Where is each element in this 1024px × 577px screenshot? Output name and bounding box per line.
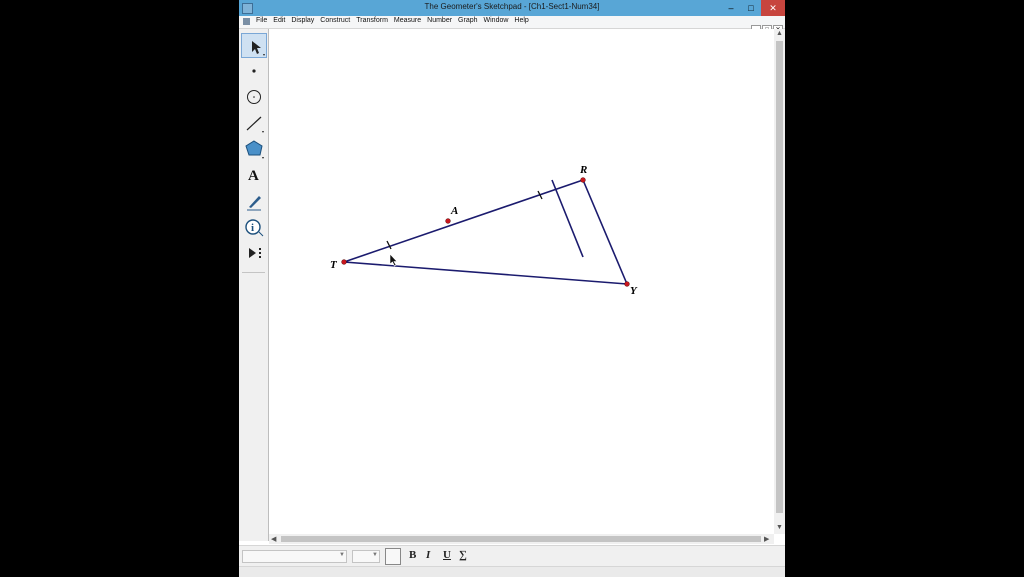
point-a[interactable] [445,218,451,224]
label-a[interactable]: A [450,205,458,217]
menu-number[interactable]: Number [427,17,452,24]
app-window: The Geometer's Sketchpad - [Ch1-Sect1-Nu… [239,0,785,577]
text-format-bar: ▼ ▼ B I U ∑ [239,545,785,566]
point-tool-icon[interactable] [241,59,266,83]
bold-button[interactable]: B [409,549,416,561]
scroll-down-icon[interactable]: ▼ [776,524,783,531]
menu-window[interactable]: Window [484,17,509,24]
toolbox: A i [239,29,269,541]
menu-edit[interactable]: Edit [273,17,285,24]
sketch-drawing: T A R Y [330,164,638,297]
title-bar: The Geometer's Sketchpad - [Ch1-Sect1-Nu… [239,0,785,16]
compass-tool-icon[interactable] [241,85,266,109]
close-button[interactable]: ✕ [761,0,785,16]
information-tool-icon[interactable]: i [241,215,266,239]
maximize-button[interactable]: □ [741,0,761,16]
document-icon[interactable] [243,18,250,25]
menu-display[interactable]: Display [291,17,314,24]
chevron-down-icon: ▼ [372,552,378,558]
custom-tool-icon[interactable] [241,241,266,265]
point-y[interactable] [624,281,630,287]
arrow-tool-icon[interactable] [241,33,267,58]
vertical-scrollbar[interactable]: ▲ ▼ [774,29,785,534]
scroll-up-icon[interactable]: ▲ [776,30,783,37]
scroll-left-icon[interactable]: ◀ [271,535,276,543]
vertical-scroll-thumb[interactable] [776,41,783,513]
label-t[interactable]: T [330,259,338,271]
font-select[interactable]: ▼ [242,550,347,563]
menu-transform[interactable]: Transform [356,17,388,24]
point-r[interactable] [580,177,586,183]
menu-file[interactable]: File [256,17,267,24]
minimize-button[interactable]: – [721,0,741,16]
mouse-cursor-icon [389,253,398,267]
horizontal-scroll-thumb[interactable] [281,536,761,542]
point-t[interactable] [341,259,347,265]
scroll-right-icon[interactable]: ▶ [764,535,769,543]
text-color-button[interactable] [385,548,401,565]
text-tool-icon[interactable]: A [241,163,266,187]
horizontal-scrollbar[interactable]: ◀ ▶ [269,534,774,544]
status-bar [239,566,785,577]
underline-button[interactable]: U [443,549,451,561]
menu-graph[interactable]: Graph [458,17,477,24]
sketch-canvas[interactable]: T A R Y [269,29,774,534]
toolbox-divider [242,272,265,273]
information-tool-label: i [251,222,254,234]
segment-r-y[interactable] [582,179,628,285]
straightedge-tool-icon[interactable] [241,111,266,135]
segment-t-y[interactable] [343,261,628,285]
polygon-tool-icon[interactable] [241,137,266,161]
menu-measure[interactable]: Measure [394,17,421,24]
label-r[interactable]: R [579,164,587,176]
window-title: The Geometer's Sketchpad - [Ch1-Sect1-Nu… [424,2,600,11]
font-size-select[interactable]: ▼ [352,550,380,563]
chevron-down-icon: ▼ [339,552,345,558]
marker-tool-icon[interactable] [241,189,266,213]
menu-bar: File Edit Display Construct Transform Measure… [239,16,785,35]
text-tool-label: A [248,168,259,184]
menu-help[interactable]: Help [514,17,528,24]
segment-t-r-line[interactable] [343,179,584,263]
italic-button[interactable]: I [426,549,430,561]
menu-construct[interactable]: Construct [320,17,350,24]
symbolic-notation-button[interactable]: ∑ [459,549,467,561]
segment-t-r[interactable] [551,179,584,258]
label-y[interactable]: Y [630,285,638,297]
